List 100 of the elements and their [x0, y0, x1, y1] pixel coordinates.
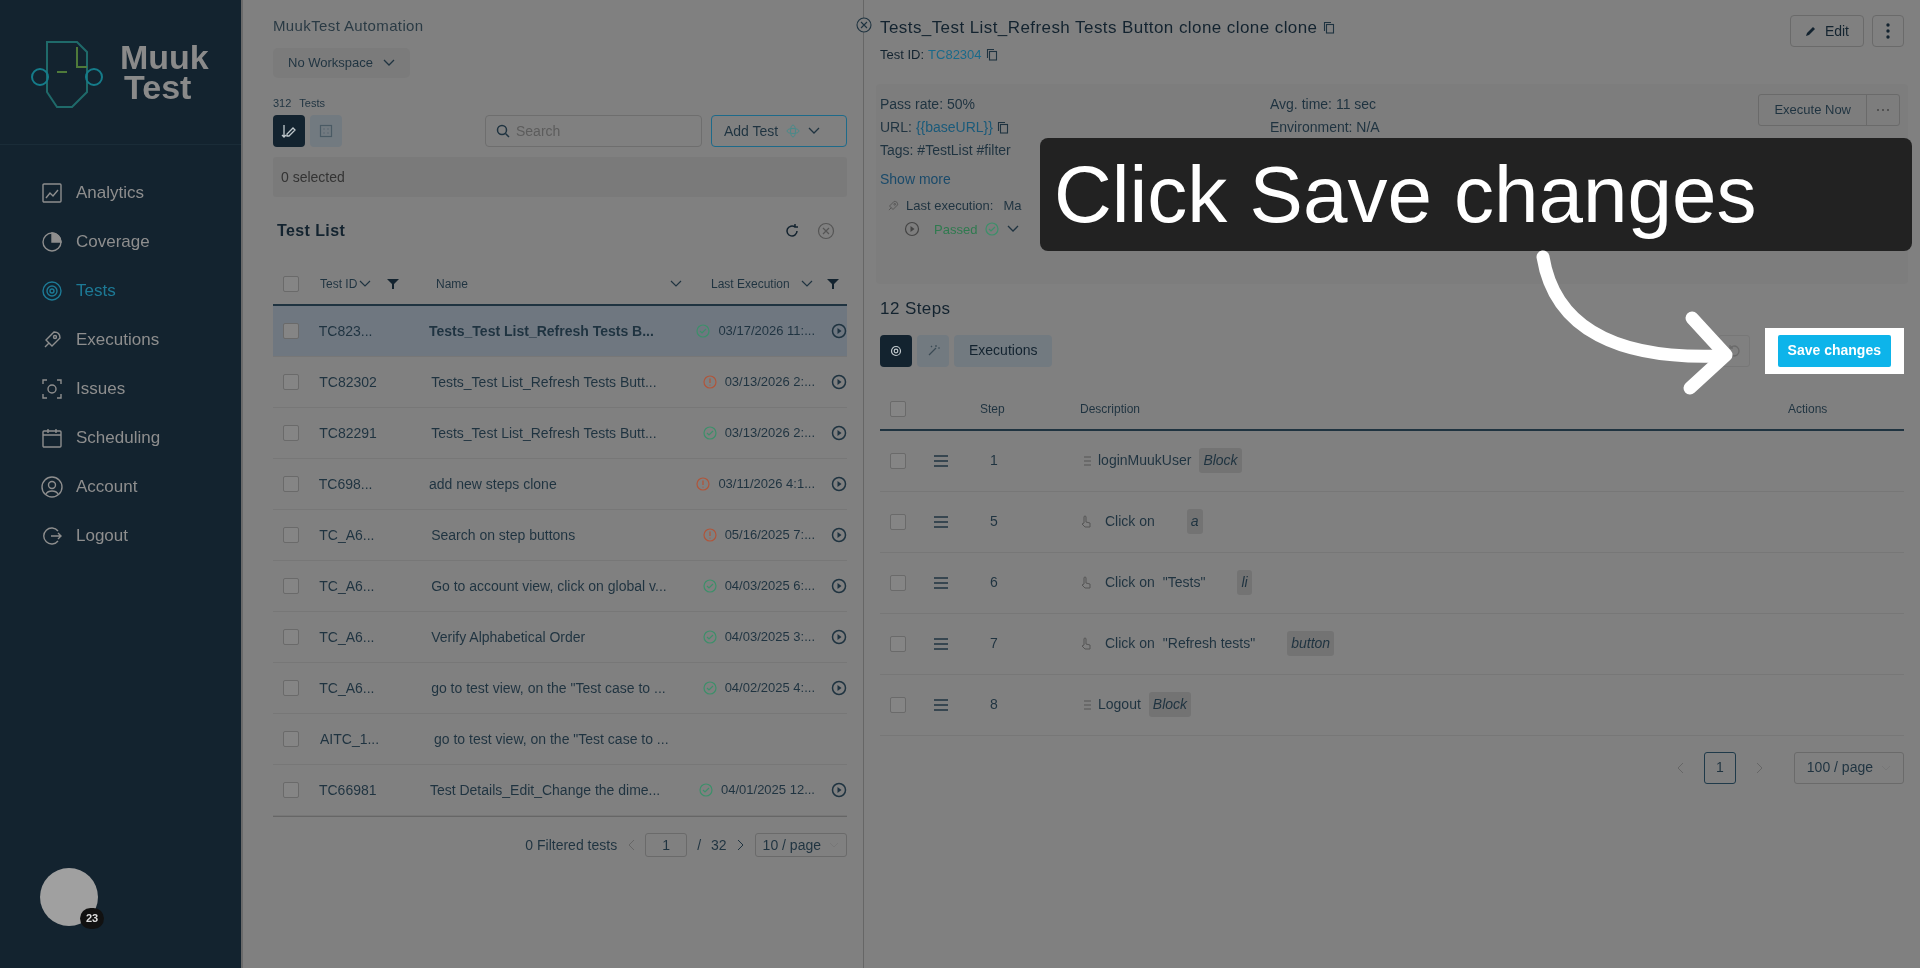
view-tab[interactable]	[880, 334, 912, 367]
checkbox[interactable]	[283, 323, 299, 339]
table-cell-text: TC_A6...	[319, 525, 376, 545]
step-row[interactable]: 7 Click on "Refresh tests" button	[880, 613, 1904, 675]
view-toggle[interactable]	[310, 115, 342, 147]
checkbox[interactable]	[283, 425, 299, 441]
drag-handle-icon[interactable]	[934, 576, 948, 589]
step-row[interactable]: 5 Click on a	[880, 491, 1904, 553]
play-icon[interactable]	[831, 782, 847, 798]
checkbox[interactable]	[890, 400, 906, 417]
table-row[interactable]: TC_A6... Search on step buttons 05/16/2025 7:...	[273, 510, 847, 561]
checkbox[interactable]	[283, 629, 299, 645]
nav-item[interactable]: Scheduling	[40, 420, 241, 455]
nav-item[interactable]: Analytics	[40, 175, 241, 210]
checkbox[interactable]	[283, 731, 299, 747]
step-number: 1	[989, 451, 999, 470]
filter-icon[interactable]	[387, 277, 400, 290]
checkbox[interactable]	[283, 374, 299, 390]
checkbox[interactable]	[283, 476, 299, 492]
checkbox[interactable]	[890, 513, 906, 530]
checkbox[interactable]	[283, 527, 299, 543]
avatar[interactable]	[40, 868, 98, 926]
nav-item[interactable]: Tests	[40, 273, 241, 308]
show-more-link[interactable]: Show more	[880, 169, 951, 190]
play-icon[interactable]	[831, 578, 847, 594]
table-cell-text: 03/13/2026 2:...	[724, 424, 815, 443]
filter-icon[interactable]	[827, 277, 839, 290]
checkbox[interactable]	[283, 782, 299, 798]
view-toggle[interactable]	[273, 115, 305, 147]
table-row[interactable]: TC_A6... Verify Alphabetical Order 04/03/2025 3:...	[273, 612, 847, 663]
drag-handle-icon[interactable]	[934, 515, 948, 528]
workspace-dropdown[interactable]: No Workspace	[273, 47, 410, 78]
chevron-down-icon[interactable]	[670, 279, 682, 288]
checkbox[interactable]	[890, 696, 906, 713]
checkbox[interactable]	[890, 452, 906, 469]
play-icon[interactable]	[831, 374, 847, 390]
step-row[interactable]: 8 Logout Block	[880, 674, 1904, 736]
chevron-right-icon[interactable]	[736, 839, 745, 851]
page-button[interactable]: 1	[1703, 751, 1736, 784]
table-row[interactable]: AITC_1... go to test view, on the "Test case to ...	[273, 714, 847, 765]
table-cell-text: 04/01/2025 12...	[721, 781, 815, 800]
page-size-dropdown[interactable]: 100 / page	[1793, 751, 1904, 784]
checkbox[interactable]	[283, 275, 299, 292]
table-row[interactable]: TC823... Tests_Test List_Refresh Tests B... 03/17/2026 11:...	[273, 306, 847, 357]
page-input[interactable]: 1	[645, 833, 688, 857]
copy-icon[interactable]	[1323, 21, 1336, 35]
table-row[interactable]: TC_A6... go to test view, on the "Test case to ... 04/02/2025 4:...	[273, 663, 847, 714]
drag-handle-icon[interactable]	[934, 454, 948, 467]
checkbox[interactable]	[283, 680, 299, 696]
drag-handle-icon[interactable]	[934, 698, 948, 711]
play-icon[interactable]	[831, 476, 847, 492]
play-icon[interactable]	[831, 680, 847, 696]
table-row[interactable]: TC82291 Tests_Test List_Refresh Tests Butt... 03/13/2026 2:...	[273, 408, 847, 459]
checkbox[interactable]	[283, 578, 299, 594]
nav-item[interactable]: Executions	[40, 322, 241, 357]
play-icon[interactable]	[904, 221, 920, 238]
nav-item[interactable]: Issues	[40, 371, 241, 406]
table-cell-text: TC82291	[319, 423, 378, 443]
table-row[interactable]: TC82302 Tests_Test List_Refresh Tests Butt... 03/13/2026 2:...	[273, 357, 847, 408]
step-row[interactable]: 6 Click on "Tests" li	[880, 552, 1904, 614]
test-id-label: Test ID:	[880, 45, 925, 64]
column-header[interactable]: Test ID	[320, 274, 358, 293]
play-icon[interactable]	[831, 527, 847, 543]
chevron-down-icon[interactable]	[359, 279, 372, 288]
step-row[interactable]: 1 loginMuukUser Block	[880, 430, 1904, 492]
close-circle-icon[interactable]	[817, 222, 835, 240]
column-header[interactable]: Last Execution	[711, 274, 790, 293]
chart-icon	[40, 180, 64, 205]
chevron-down-icon[interactable]	[801, 279, 813, 288]
chevron-left-icon[interactable]	[627, 839, 636, 851]
table-row[interactable]: TC_A6... Go to account view, click on global v... 04/03/2025 6:...	[273, 561, 847, 612]
nav-item[interactable]: Coverage	[40, 224, 241, 259]
copy-icon[interactable]	[997, 121, 1009, 134]
close-circle-icon[interactable]	[856, 17, 872, 33]
refresh-icon[interactable]	[783, 222, 801, 240]
pointer-icon	[1080, 514, 1092, 529]
step-action: Click on	[1105, 512, 1155, 531]
save-changes-button[interactable]: Save changes	[1777, 334, 1891, 367]
table-row[interactable]: TC698... add new steps clone 03/11/2026 4:1...	[273, 459, 847, 510]
chevron-left-icon[interactable]	[1675, 761, 1684, 774]
chevron-down-icon[interactable]	[1007, 225, 1020, 234]
checkbox[interactable]	[890, 635, 906, 652]
check-circle-icon	[702, 426, 717, 440]
atom-icon	[786, 124, 801, 138]
table-cell-text: 04/02/2025 4:...	[724, 679, 815, 698]
executions-tab[interactable]: Executions	[954, 334, 1053, 367]
column-header[interactable]: Name	[436, 274, 468, 293]
edit-button[interactable]: Edit	[1789, 15, 1864, 47]
play-icon[interactable]	[831, 629, 847, 645]
checkbox[interactable]	[890, 574, 906, 591]
add-test-button[interactable]: Add Test	[711, 115, 847, 147]
drag-handle-icon[interactable]	[934, 637, 948, 650]
copy-icon[interactable]	[985, 47, 998, 61]
nav-item[interactable]: Account	[40, 469, 241, 504]
play-icon[interactable]	[831, 323, 847, 339]
nav-item[interactable]: Logout	[40, 518, 241, 553]
more-button[interactable]	[1872, 15, 1904, 47]
page-size-dropdown[interactable]: 10 / page	[754, 833, 847, 857]
play-icon[interactable]	[831, 425, 847, 441]
chevron-right-icon[interactable]	[1755, 761, 1764, 774]
